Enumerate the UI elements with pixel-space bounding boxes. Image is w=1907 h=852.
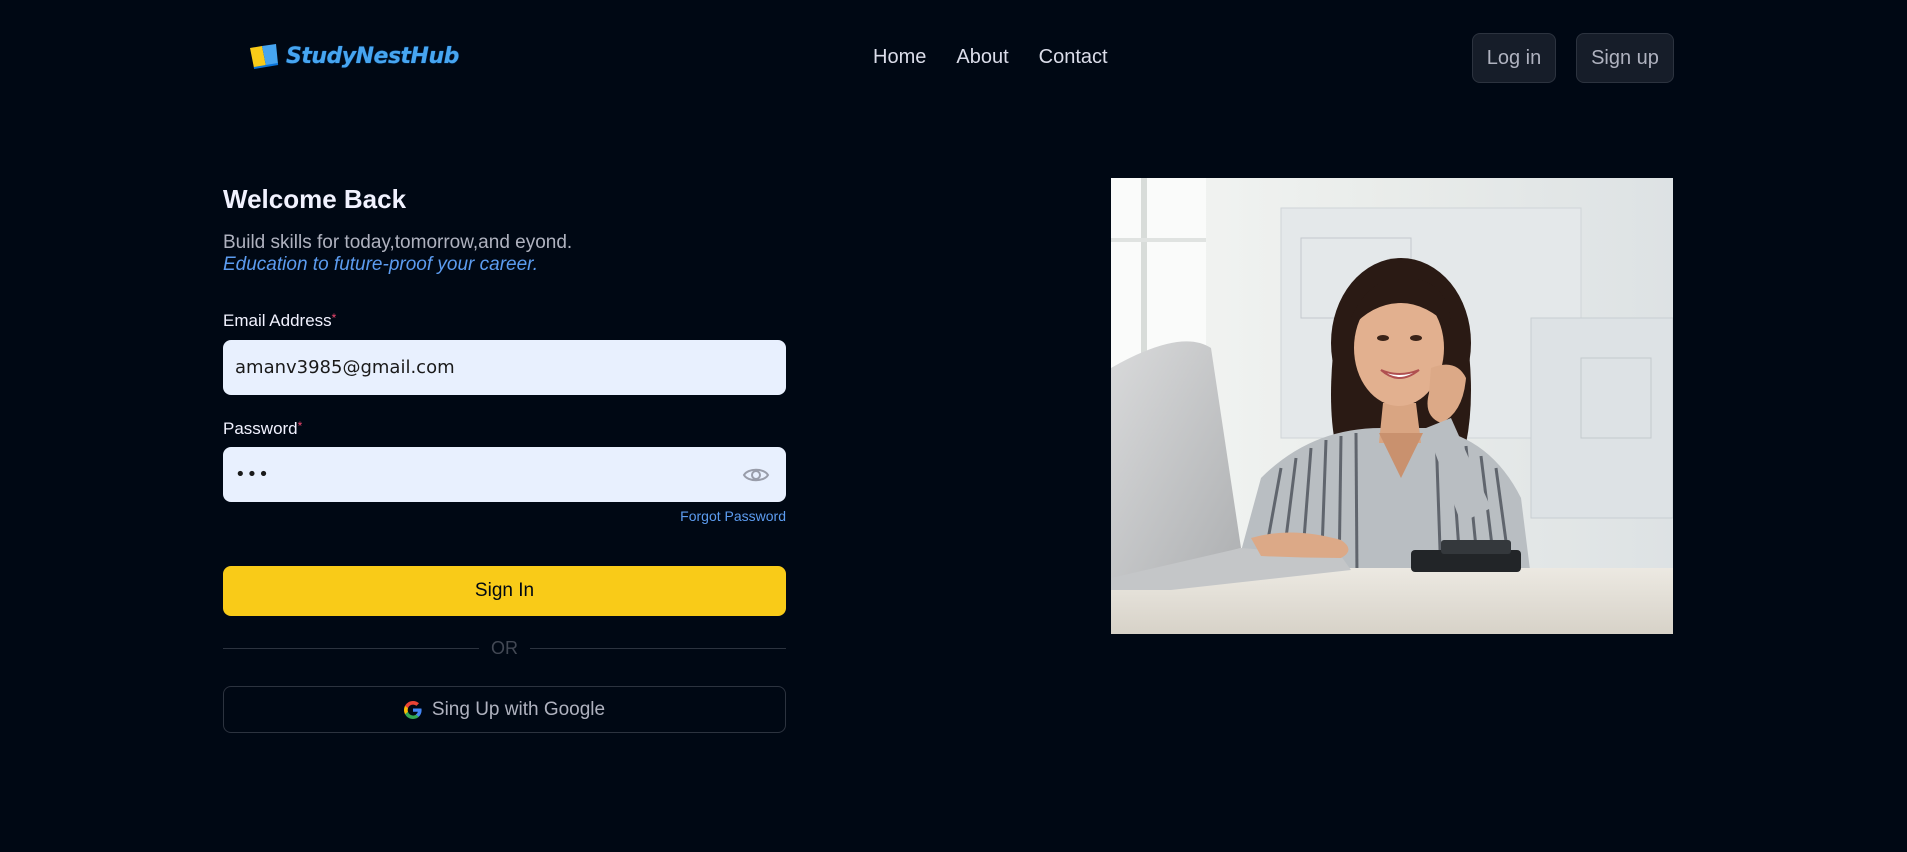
email-value: amanv3985@gmail.com [235,357,455,378]
password-value: ••• [235,464,270,485]
hero-image [1111,178,1673,634]
or-divider: OR [223,636,786,660]
sign-in-button[interactable]: Sign In [223,566,786,616]
nav-link-contact[interactable]: Contact [1039,46,1108,69]
required-mark: * [331,311,337,325]
forgot-password-link[interactable]: Forgot Password [680,508,786,524]
login-page: StudyNestHub Home About Contact Log in S… [0,0,1907,852]
signup-button[interactable]: Sign up [1576,33,1674,83]
nav-link-about[interactable]: About [956,46,1008,69]
nav-link-home[interactable]: Home [873,46,926,69]
page-title: Welcome Back [223,184,407,214]
email-field[interactable]: amanv3985@gmail.com [223,340,786,395]
divider-line [223,647,479,649]
or-text: OR [491,637,518,658]
email-label: Email Address* [223,311,336,331]
subtitle: Build skills for today,tomorrow,and eyon… [223,232,573,253]
logo[interactable]: StudyNestHub [248,40,459,72]
google-icon [403,700,422,719]
password-field[interactable]: ••• [223,447,786,502]
tagline: Education to future-proof your career. [223,254,539,275]
navbar: StudyNestHub Home About Contact Log in S… [0,0,1907,116]
login-button[interactable]: Log in [1472,33,1556,83]
google-button-label: Sing Up with Google [431,698,606,720]
logo-text: StudyNestHub [286,43,459,69]
divider-line [530,647,786,649]
woman-at-laptop-photo [1111,178,1673,634]
required-mark: * [297,419,303,433]
book-icon [250,44,279,69]
password-label-text: Password [223,419,298,438]
password-label: Password* [223,419,302,439]
google-signup-button[interactable]: Sing Up with Google [223,686,786,733]
email-label-text: Email Address [223,311,332,330]
nav-links: Home About Contact [873,46,1108,69]
eye-icon[interactable] [742,464,770,486]
